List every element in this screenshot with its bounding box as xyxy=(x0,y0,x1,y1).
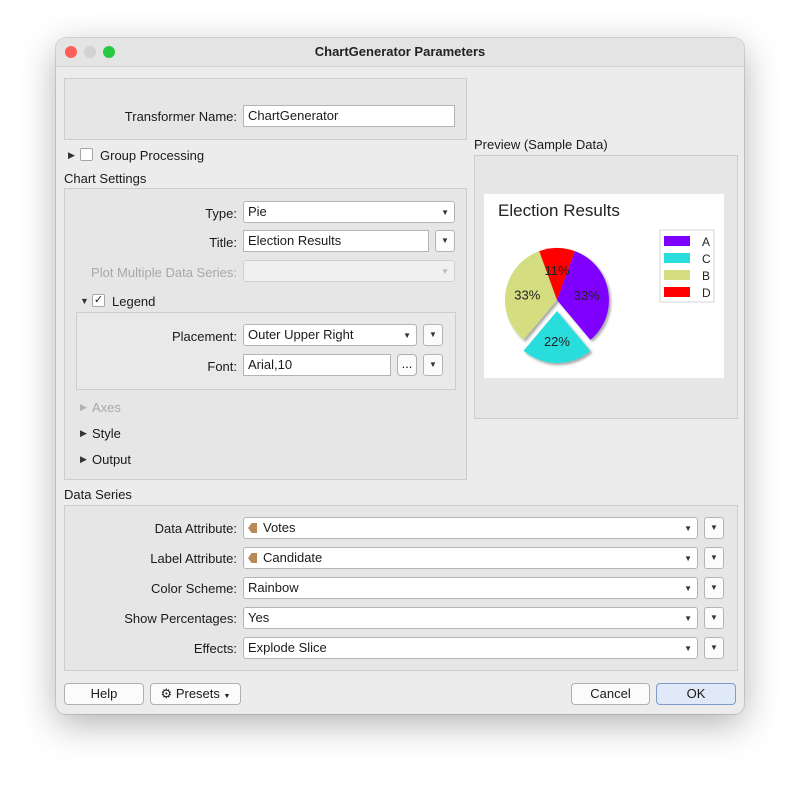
gear-icon: ⚙ xyxy=(160,686,173,701)
color-scheme-value: Rainbow xyxy=(248,580,299,595)
group-processing-label: Group Processing xyxy=(100,148,205,163)
data-attribute-label: Data Attribute: xyxy=(154,521,237,536)
color-scheme-select[interactable]: Rainbow ▼ xyxy=(243,577,698,599)
legend-label-d: D xyxy=(702,286,711,300)
attribute-icon xyxy=(248,523,257,533)
chart-settings-heading: Chart Settings xyxy=(64,171,147,186)
chevron-down-icon: ▼ xyxy=(441,208,449,217)
title-label: Title: xyxy=(209,235,237,250)
type-label: Type: xyxy=(205,206,237,221)
placement-label: Placement: xyxy=(171,329,237,344)
pie-slice-label-c: 22% xyxy=(544,334,570,349)
color-scheme-options-button[interactable]: ▼ xyxy=(704,577,724,599)
legend-swatch-c xyxy=(664,253,690,263)
window-title: ChartGenerator Parameters xyxy=(314,44,486,59)
chevron-down-icon: ▼ xyxy=(710,613,718,622)
title-input[interactable]: Election Results xyxy=(243,230,429,252)
plot-multiple-label: Plot Multiple Data Series: xyxy=(91,265,237,280)
chevron-down-icon: ▼ xyxy=(684,614,692,623)
placement-options-button[interactable]: ▼ xyxy=(423,324,443,346)
label-attribute-value: Candidate xyxy=(263,550,323,565)
show-percentages-select[interactable]: Yes ▼ xyxy=(243,607,698,629)
cancel-button[interactable]: Cancel xyxy=(571,683,650,705)
chevron-down-icon: ▼ xyxy=(441,236,449,245)
group-processing-checkbox[interactable] xyxy=(80,148,93,161)
data-attribute-options-button[interactable]: ▼ xyxy=(704,517,724,539)
presets-button[interactable]: ⚙ Presets ▼ xyxy=(150,683,241,705)
placement-select[interactable]: Outer Upper Right ▼ xyxy=(243,324,417,346)
chevron-down-icon: ▼ xyxy=(684,554,692,563)
chevron-down-icon: ▼ xyxy=(223,693,231,700)
label-attribute-select[interactable]: Candidate ▼ xyxy=(243,547,698,569)
expand-triangle-icon: ▶ xyxy=(80,402,87,412)
font-browse-button[interactable]: ... xyxy=(397,354,417,376)
chevron-down-icon: ▼ xyxy=(403,331,411,340)
pie-chart: Election Results 33% 22% 33% 11% ACBD xyxy=(498,201,715,363)
legend-swatch-a xyxy=(664,236,690,246)
show-percentages-value: Yes xyxy=(248,610,270,625)
label-attribute-label: Label Attribute: xyxy=(150,551,237,566)
legend-swatch-b xyxy=(664,270,690,280)
legend-label-b: B xyxy=(702,269,710,283)
show-percentages-label: Show Percentages: xyxy=(124,611,237,626)
plot-multiple-select[interactable]: ▼ xyxy=(243,260,455,282)
axes-section: Axes xyxy=(92,400,121,415)
ok-button[interactable]: OK xyxy=(656,683,736,705)
font-label: Font: xyxy=(207,359,237,374)
pie-slice-label-d: 11% xyxy=(544,263,569,278)
chevron-down-icon: ▼ xyxy=(684,524,692,533)
effects-label: Effects: xyxy=(193,641,237,656)
chevron-down-icon: ▼ xyxy=(429,330,437,339)
effects-value: Explode Slice xyxy=(248,640,327,655)
help-button[interactable]: Help xyxy=(64,683,144,705)
expand-triangle-icon[interactable]: ▶ xyxy=(80,454,87,465)
presets-label: Presets xyxy=(175,686,220,701)
style-section[interactable]: Style xyxy=(92,426,121,441)
chevron-down-icon: ▼ xyxy=(710,553,718,562)
output-section[interactable]: Output xyxy=(92,452,131,467)
font-input[interactable]: Arial,10 xyxy=(243,354,391,376)
legend-label-a: A xyxy=(702,235,710,249)
chart-title: Election Results xyxy=(498,201,620,220)
title-bar: ChartGenerator Parameters xyxy=(56,38,744,67)
pie-slice-label-b: 33% xyxy=(514,288,540,303)
attribute-icon xyxy=(248,553,257,563)
legend-swatch-d xyxy=(664,287,690,297)
expand-triangle-icon[interactable]: ▶ xyxy=(68,150,75,161)
effects-options-button[interactable]: ▼ xyxy=(704,637,724,659)
placement-value: Outer Upper Right xyxy=(248,327,354,342)
chevron-down-icon: ▼ xyxy=(710,523,718,532)
checkmark-icon: ✓ xyxy=(93,294,104,306)
label-attribute-options-button[interactable]: ▼ xyxy=(704,547,724,569)
title-options-button[interactable]: ▼ xyxy=(435,230,455,252)
type-value: Pie xyxy=(248,204,267,219)
color-scheme-label: Color Scheme: xyxy=(151,581,237,596)
chevron-down-icon: ▼ xyxy=(684,644,692,653)
legend-checkbox[interactable]: ✓ xyxy=(92,294,105,307)
chevron-down-icon: ▼ xyxy=(441,267,449,276)
transformer-name-input[interactable]: ChartGenerator xyxy=(243,105,455,127)
collapse-triangle-icon[interactable]: ▼ xyxy=(80,296,89,306)
show-percentages-options-button[interactable]: ▼ xyxy=(704,607,724,629)
legend-label: Legend xyxy=(112,294,156,309)
expand-triangle-icon[interactable]: ▶ xyxy=(80,428,87,439)
transformer-name-label: Transformer Name: xyxy=(124,109,237,124)
chevron-down-icon: ▼ xyxy=(684,584,692,593)
font-options-button[interactable]: ▼ xyxy=(423,354,443,376)
chevron-down-icon: ▼ xyxy=(710,583,718,592)
preview-heading: Preview (Sample Data) xyxy=(474,137,608,152)
data-series-heading: Data Series xyxy=(64,487,132,502)
dialog-window: ChartGenerator Parameters Transformer Na… xyxy=(56,38,744,714)
effects-select[interactable]: Explode Slice ▼ xyxy=(243,637,698,659)
chart-legend: ACBD xyxy=(659,229,715,303)
legend-label-c: C xyxy=(702,252,711,266)
type-select[interactable]: Pie ▼ xyxy=(243,201,455,223)
preview-chart-canvas: Election Results 33% 22% 33% 11% ACBD xyxy=(484,194,724,378)
chevron-down-icon: ▼ xyxy=(710,643,718,652)
pie-slice-label-a: 33% xyxy=(574,288,600,303)
data-attribute-value: Votes xyxy=(263,520,296,535)
chevron-down-icon: ▼ xyxy=(429,360,437,369)
data-attribute-select[interactable]: Votes ▼ xyxy=(243,517,698,539)
